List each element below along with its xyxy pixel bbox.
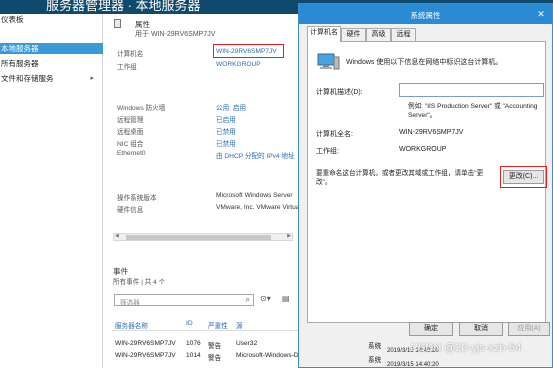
system-properties-dialog: 系统属性 ✕ 计算机名 硬件 高级 远程 Windows 使用以下信息在网络中标… — [298, 3, 553, 368]
event-extra-col: 2019/3/15 14:40:20 — [387, 362, 439, 368]
search-icon[interactable]: ⌕ — [246, 295, 250, 305]
filter-options-icon[interactable]: ⊙▾ — [260, 294, 271, 303]
full-name-label: 计算机全名: — [316, 131, 353, 138]
prop-value-remote-desktop[interactable]: 已禁用 — [216, 126, 302, 136]
sidebar-item-all-servers[interactable]: 所有服务器 — [0, 58, 103, 69]
prop-label-ethernet: Ethernet0 — [117, 150, 146, 157]
prop-label-remote-mgmt: 远程管理 — [117, 117, 144, 124]
properties-subheading: 用于 WIN-29RV6SMP7JV — [135, 31, 216, 38]
col-id[interactable]: ID — [186, 320, 193, 327]
tab-remote[interactable]: 远程 — [391, 28, 416, 41]
scroll-right-icon[interactable]: ▶ — [287, 233, 291, 239]
sidebar-item-file-storage[interactable]: 文件和存储服务 ▸ — [0, 73, 103, 84]
computer-name-label: 计算机名 — [117, 51, 144, 58]
workgroup-label: 工作组 — [117, 64, 137, 71]
watermark: CSDN @20-yjs-xzh-54 — [410, 342, 522, 354]
sidebar-item-label: 本地服务器 — [1, 44, 39, 53]
highlight-box — [500, 166, 547, 188]
filter-placeholder: 筛选器 — [120, 300, 140, 307]
sidebar-item-label: 仪表板 — [1, 15, 24, 24]
chevron-right-icon: ▸ — [90, 75, 94, 82]
event-row-id: 1076 — [186, 340, 201, 347]
server-icon — [114, 19, 121, 28]
tab-advanced[interactable]: 高级 — [366, 28, 391, 41]
prop-value-hardware: VMware, Inc. VMware Virtual — [216, 204, 301, 211]
workgroup-link[interactable]: WORKGROUP — [216, 61, 261, 68]
close-icon[interactable]: ✕ — [534, 8, 548, 20]
highlight-box — [213, 44, 284, 58]
tab-content: Windows 使用以下信息在网络中标识这台计算机。 计算机描述(D): 例如:… — [307, 41, 547, 323]
properties-panel: 属性 用于 WIN-29RV6SMP7JV 计算机名 WIN-29RV6SMP7… — [104, 14, 302, 368]
ok-button[interactable]: 确定 — [409, 322, 453, 336]
dialog-workgroup-label: 工作组: — [316, 148, 339, 155]
prop-label-nic: NIC 组合 — [117, 141, 144, 148]
computer-icon — [316, 53, 340, 71]
event-row-server[interactable]: WIN-29RV6SMP7JV — [115, 340, 176, 347]
sidebar-item-label: 所有服务器 — [1, 59, 39, 68]
description-label: 计算机描述(D): — [316, 89, 363, 96]
tab-computer-name[interactable]: 计算机名 — [307, 26, 341, 42]
event-row-severity: 警告 — [208, 343, 222, 350]
event-row-id: 1014 — [186, 352, 201, 359]
cancel-button[interactable]: 取消 — [459, 322, 503, 336]
rename-instructions: 要重命名这台计算机，或者更改其域或工作组，请单击"更改"。 — [316, 170, 484, 186]
prop-label-os: 操作系统版本 — [117, 195, 157, 202]
sidebar-item-local-server[interactable]: 本地服务器 — [0, 43, 103, 54]
dialog-workgroup-value: WORKGROUP — [399, 146, 447, 153]
table-divider — [112, 330, 298, 331]
prop-label-remote-desktop: 远程桌面 — [117, 129, 144, 136]
sidebar: 仪表板 本地服务器 所有服务器 文件和存储服务 ▸ — [0, 14, 103, 368]
filter-input[interactable]: 筛选器 ⌕ — [114, 294, 254, 307]
full-name-value: WIN-29RV6SMP7JV — [399, 129, 464, 136]
computer-description-input[interactable] — [399, 83, 544, 97]
prop-value-firewall[interactable]: 公用: 启用 — [216, 102, 302, 112]
scroll-left-icon[interactable]: ◀ — [115, 233, 119, 239]
event-row-severity: 警告 — [208, 355, 222, 362]
example-text: 例如: "IIS Production Server" 或 "Accountin… — [408, 103, 538, 119]
horizontal-scrollbar[interactable]: ◀ ▶ — [113, 233, 293, 241]
event-row-source: User32 — [236, 340, 258, 347]
tab-hardware[interactable]: 硬件 — [341, 28, 366, 41]
prop-value-ethernet[interactable]: 由 DHCP 分配的 IPv4 地址 — [216, 150, 302, 160]
col-server[interactable]: 服务器名称 — [115, 320, 148, 330]
prop-value-remote-mgmt[interactable]: 已启用 — [216, 114, 302, 124]
apply-button[interactable]: 应用(A) — [508, 322, 550, 336]
event-extra-col: 系统 — [368, 357, 382, 364]
prop-label-firewall: Windows 防火墙 — [117, 105, 166, 112]
window-title: 服务器管理器 · 本地服务器 — [46, 0, 201, 13]
dialog-title: 系统属性 — [410, 11, 441, 20]
col-source[interactable]: 源 — [236, 320, 243, 330]
prop-value-os: Microsoft Windows Server — [216, 192, 293, 199]
scroll-thumb[interactable] — [126, 235, 271, 240]
dialog-title-bar: 系统属性 ✕ — [299, 4, 552, 24]
sidebar-item-label: 文件和存储服务 — [1, 74, 54, 83]
event-row-server[interactable]: WIN-29RV6SMP7JV — [115, 352, 176, 359]
prop-label-hardware: 硬件信息 — [117, 207, 144, 214]
more-options-icon[interactable]: ▤ — [282, 294, 290, 303]
sidebar-item-dashboard[interactable]: 仪表板 — [0, 14, 103, 25]
col-severity[interactable]: 严重性 — [208, 320, 228, 330]
intro-text: Windows 使用以下信息在网络中标识这台计算机。 — [346, 59, 503, 66]
event-extra-col: 系统 — [368, 343, 382, 350]
events-subtitle: 所有事件 | 共 4 个 — [113, 279, 166, 286]
prop-value-nic[interactable]: 已禁用 — [216, 138, 302, 148]
